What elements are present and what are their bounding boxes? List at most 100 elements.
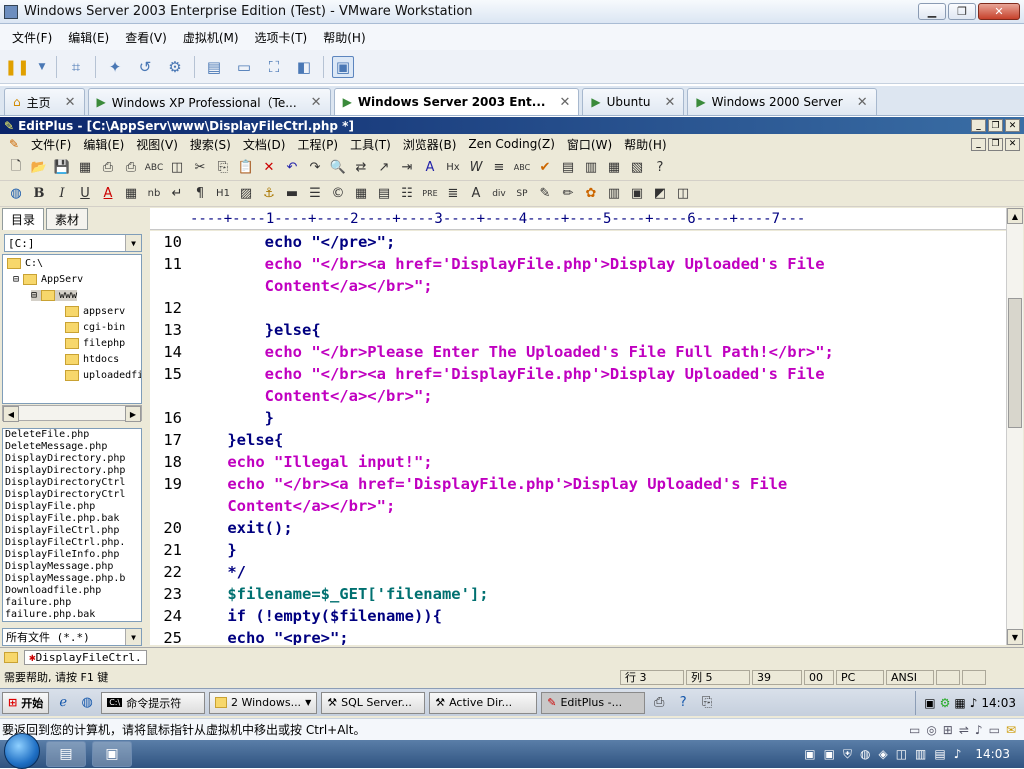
cascade-icon[interactable]: ▦ (604, 158, 624, 178)
save-icon[interactable]: 💾 (52, 158, 72, 178)
list-item[interactable]: failure.php.bak (5, 609, 141, 621)
close-button[interactable]: ✕ (1005, 119, 1020, 132)
break-icon[interactable]: ↵ (167, 184, 187, 204)
tab-win2000[interactable]: ▶ Windows 2000 Server ✕ (687, 88, 877, 115)
frame-icon[interactable]: ▥ (604, 184, 624, 204)
window-list-icon[interactable]: ▧ (627, 158, 647, 178)
taskbar-item-explorer[interactable]: 2 Windows... ▼ (209, 691, 318, 714)
restore-button[interactable]: ❐ (988, 119, 1003, 132)
scroll-up-icon[interactable]: ▲ (1007, 208, 1023, 224)
list-item[interactable]: DisplayDirectory.php (5, 465, 141, 477)
ep-menu-search[interactable]: 搜索(S) (185, 136, 236, 153)
spellcheck-icon[interactable]: ABC (144, 158, 164, 178)
console-icon[interactable]: ▭ (233, 56, 255, 78)
list-item[interactable]: DisplayMessage.php (5, 561, 141, 573)
list-item[interactable]: DisplayDirectoryCtrl (5, 489, 141, 501)
print-icon[interactable]: ⎙ (121, 158, 141, 178)
tile-icon[interactable]: ▥ (581, 158, 601, 178)
tree-node[interactable]: ⊟ AppServ (13, 274, 83, 285)
globe-icon[interactable]: ◍ (6, 184, 26, 204)
list-item[interactable]: DeleteFile.php (5, 429, 141, 441)
tree-node[interactable]: ⊟ www (31, 290, 78, 301)
sort-icon[interactable]: ABC (512, 158, 532, 178)
linenumber-icon[interactable]: ≡ (489, 158, 509, 178)
taskbar-item-editplus[interactable]: ✎ EditPlus -... (541, 691, 646, 714)
scroll-down-icon[interactable]: ▼ (1007, 629, 1023, 645)
chevron-down-icon[interactable]: ▼ (36, 56, 48, 78)
comment-icon[interactable]: © (328, 184, 348, 204)
replace-icon[interactable]: ⇄ (351, 158, 371, 178)
speaker-icon[interactable]: ♪ (970, 696, 978, 710)
underline-icon[interactable]: U (75, 184, 95, 204)
document-tab[interactable]: ✱DisplayFileCtrl. (24, 650, 147, 665)
list-item[interactable]: failure.php (5, 597, 141, 609)
italic-icon[interactable]: I (52, 184, 72, 204)
table-icon[interactable]: ▦ (351, 184, 371, 204)
edit-icon[interactable]: ✎ (535, 184, 555, 204)
explorer-taskbar-icon[interactable]: ▤ (46, 741, 86, 767)
vmware-tools-icon[interactable]: ▦ (954, 696, 965, 710)
copy-icon[interactable]: ⎘ (213, 158, 233, 178)
redo-icon[interactable]: ↷ (305, 158, 325, 178)
color-grid-icon[interactable]: ▦ (121, 184, 141, 204)
ep-menu-project[interactable]: 工程(P) (292, 136, 343, 153)
span-icon[interactable]: SP (512, 184, 532, 204)
list-item[interactable]: Downloadfile.php (5, 585, 141, 597)
folder-icon[interactable] (4, 652, 18, 663)
palette-icon[interactable]: ✿ (581, 184, 601, 204)
tab-cliptext[interactable]: 素材 (46, 208, 89, 230)
font-tag-icon[interactable]: A (466, 184, 486, 204)
start-button[interactable]: ⊞ 开始 (2, 691, 50, 714)
list-item[interactable]: DisplayFile.php.bak (5, 513, 141, 525)
close-icon[interactable]: ✕ (665, 95, 676, 110)
tray-icon[interactable]: ◍ (860, 747, 870, 761)
quicklaunch-icon[interactable]: ◍ (77, 693, 97, 713)
tree-node[interactable]: cgi-bin (65, 322, 125, 333)
goto-icon[interactable]: ↗ (374, 158, 394, 178)
check-icon[interactable]: ✔ (535, 158, 555, 178)
open-icon[interactable]: 📂 (29, 158, 49, 178)
code-editor[interactable]: 10 echo "</pre>"; 11 echo "</br><a href=… (150, 231, 1008, 645)
doc-close-button[interactable]: ✕ (1005, 137, 1020, 151)
close-icon[interactable]: ✕ (857, 95, 868, 110)
pencil-icon[interactable]: ✏ (558, 184, 578, 204)
tray-icon[interactable]: ▥ (915, 747, 926, 761)
tab-ubuntu[interactable]: ▶ Ubuntu ✕ (582, 88, 685, 115)
snapshot-icon[interactable]: ✦ (104, 56, 126, 78)
taskbar-item-ad[interactable]: ⚒ Active Dir... (429, 691, 538, 714)
menu-file[interactable]: 文件(F) (6, 27, 58, 48)
menu-help[interactable]: 帮助(H) (317, 27, 371, 48)
drive-select[interactable]: [C:] ▼ (4, 234, 142, 252)
vmware-taskbar-icon[interactable]: ▣ (92, 741, 132, 767)
cut-icon[interactable]: ✂ (190, 158, 210, 178)
cdrom-icon[interactable]: ◎ (926, 723, 936, 737)
close-icon[interactable]: ✕ (65, 95, 76, 110)
list-item[interactable]: DisplayFileCtrl.php. (5, 537, 141, 549)
snapshot-manager-icon[interactable]: ⚙ (164, 56, 186, 78)
tray-icon[interactable]: ◈ (878, 747, 887, 761)
shield-icon[interactable]: ⛨ (843, 747, 852, 762)
browser-icon[interactable]: ◫ (167, 158, 187, 178)
undo-icon[interactable]: ↶ (282, 158, 302, 178)
layout-icon[interactable]: ▣ (627, 184, 647, 204)
list-item[interactable]: DisplayFile.php (5, 501, 141, 513)
div-icon[interactable]: div (489, 184, 509, 204)
network-adapter-icon[interactable]: ⊞ (943, 723, 953, 737)
tray-icon[interactable]: ▣ (804, 747, 815, 761)
help-icon[interactable]: ? (673, 693, 693, 713)
save-all-icon[interactable]: ▦ (75, 158, 95, 178)
network-icon[interactable]: ▣ (924, 696, 935, 710)
indent-icon[interactable]: ⇥ (397, 158, 417, 178)
list-item[interactable]: DisplayMessage.php.b (5, 573, 141, 585)
minimize-button[interactable]: ▁ (918, 3, 946, 20)
font-icon[interactable]: A (420, 158, 440, 178)
message-icon[interactable]: ✉ (1006, 723, 1016, 737)
window-icon[interactable]: ▤ (558, 158, 578, 178)
collapse-icon[interactable]: ⊟ (13, 274, 19, 285)
doc-restore-button[interactable]: ❐ (988, 137, 1003, 151)
editor-vscrollbar[interactable]: ▲ ▼ (1006, 208, 1023, 645)
minimize-button[interactable]: _ (971, 119, 986, 132)
printer-icon[interactable]: ⎙ (649, 693, 669, 713)
align-icon[interactable]: ☷ (397, 184, 417, 204)
ie-icon[interactable]: ℯ (53, 693, 73, 713)
